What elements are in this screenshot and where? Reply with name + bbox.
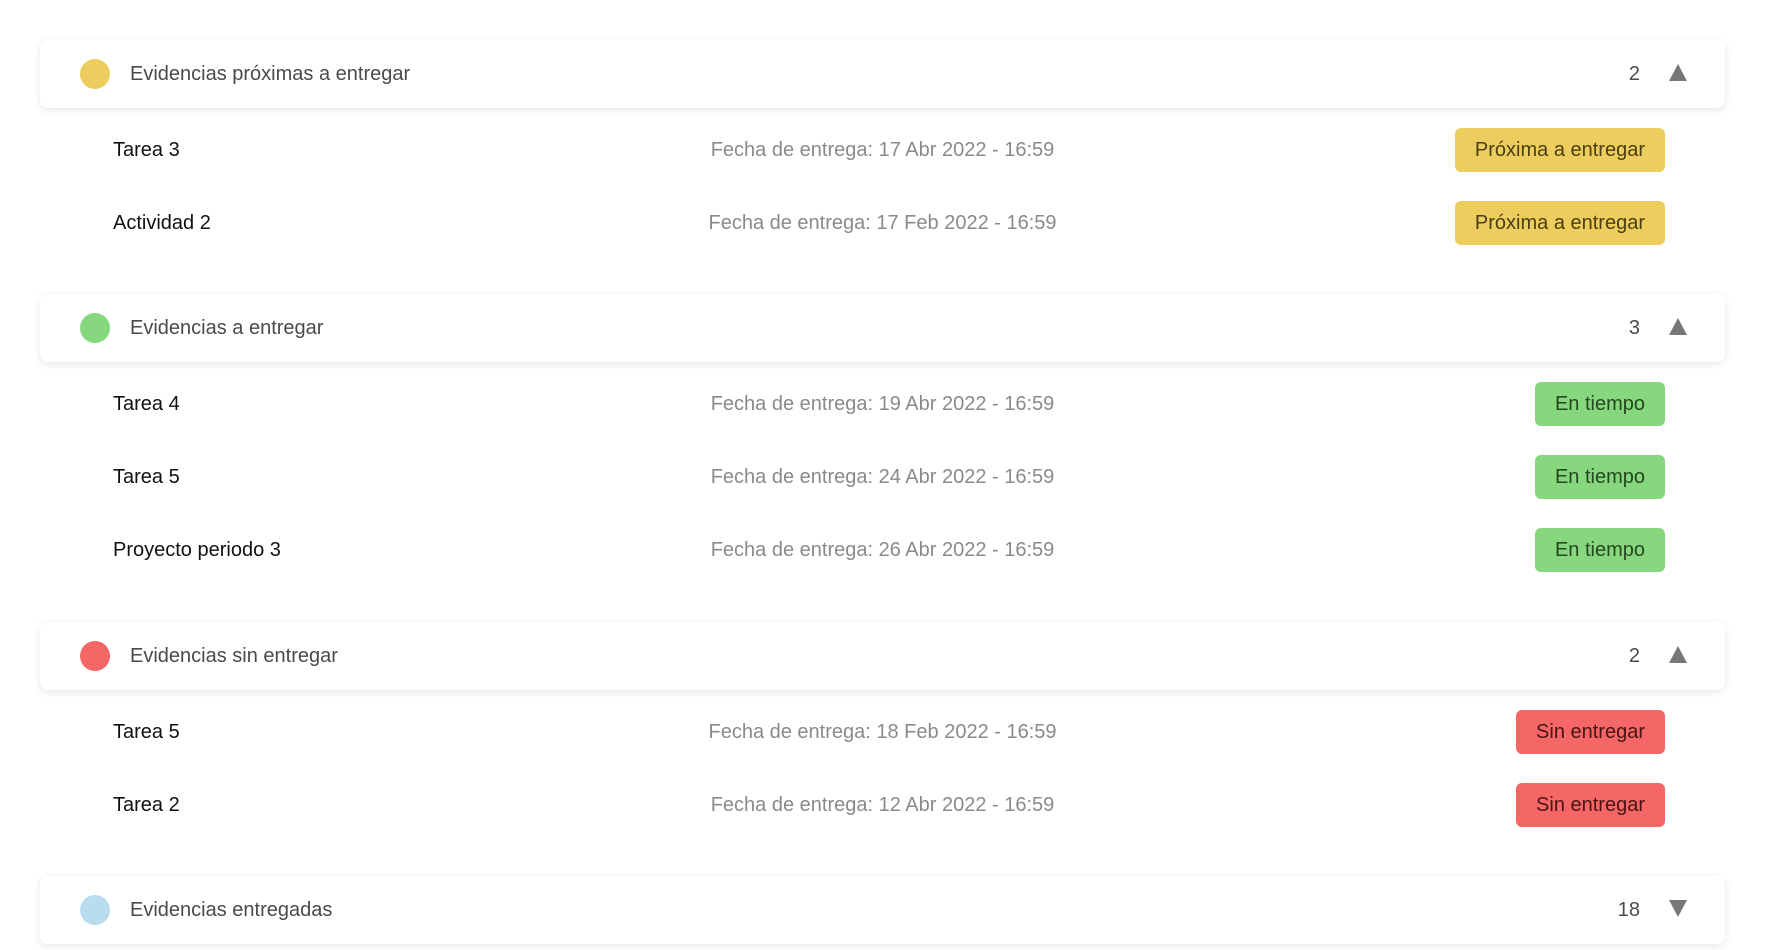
group-count: 2 [1628, 63, 1640, 85]
list-item[interactable]: Tarea 5 Fecha de entrega: 18 Feb 2022 - … [40, 695, 1725, 769]
item-name: Tarea 5 [113, 721, 180, 743]
group-count: 2 [1628, 645, 1640, 667]
status-badge: Sin entregar [1516, 783, 1665, 827]
status-badge: Próxima a entregar [1454, 201, 1665, 245]
group-header-upcoming[interactable]: Evidencias próximas a entregar 2 [40, 40, 1725, 108]
status-badge: Próxima a entregar [1454, 128, 1665, 172]
group-header-to-deliver[interactable]: Evidencias a entregar 3 [40, 294, 1725, 362]
list-item[interactable]: Actividad 2 Fecha de entrega: 17 Feb 202… [40, 186, 1725, 260]
item-name: Tarea 4 [113, 393, 180, 415]
item-name: Actividad 2 [113, 212, 211, 234]
status-badge: En tiempo [1534, 455, 1665, 499]
group-title: Evidencias a entregar [130, 317, 324, 339]
item-due-date: Fecha de entrega: 12 Abr 2022 - 16:59 [710, 794, 1055, 816]
item-due-date: Fecha de entrega: 24 Abr 2022 - 16:59 [710, 466, 1055, 488]
chevron-up-icon[interactable] [1669, 318, 1687, 335]
list-item[interactable]: Tarea 5 Fecha de entrega: 24 Abr 2022 - … [40, 440, 1725, 514]
list-item[interactable]: Tarea 4 Fecha de entrega: 19 Abr 2022 - … [40, 367, 1725, 441]
chevron-up-icon[interactable] [1669, 64, 1687, 81]
status-badge: Sin entregar [1516, 710, 1665, 754]
group-title: Evidencias próximas a entregar [130, 63, 411, 85]
chevron-down-icon[interactable] [1669, 900, 1687, 917]
item-name: Proyecto periodo 3 [113, 539, 281, 561]
status-badge: En tiempo [1534, 382, 1665, 426]
item-name: Tarea 3 [113, 139, 180, 161]
group-title: Evidencias entregadas [130, 899, 333, 921]
group-count: 18 [1617, 899, 1640, 921]
status-dot-red [80, 641, 110, 671]
list-item[interactable]: Tarea 3 Fecha de entrega: 17 Abr 2022 - … [40, 113, 1725, 187]
status-dot-yellow [80, 59, 110, 89]
item-due-date: Fecha de entrega: 18 Feb 2022 - 16:59 [708, 721, 1057, 743]
group-count: 3 [1628, 317, 1640, 339]
status-badge: En tiempo [1534, 528, 1665, 572]
item-name: Tarea 5 [113, 466, 180, 488]
item-due-date: Fecha de entrega: 26 Abr 2022 - 16:59 [710, 539, 1055, 561]
item-name: Tarea 2 [113, 794, 180, 816]
group-header-not-delivered[interactable]: Evidencias sin entregar 2 [40, 622, 1725, 690]
group-title: Evidencias sin entregar [130, 645, 338, 667]
status-dot-green [80, 313, 110, 343]
list-item[interactable]: Tarea 2 Fecha de entrega: 12 Abr 2022 - … [40, 768, 1725, 842]
chevron-up-icon[interactable] [1669, 646, 1687, 663]
item-due-date: Fecha de entrega: 19 Abr 2022 - 16:59 [710, 393, 1055, 415]
group-header-delivered[interactable]: Evidencias entregadas 18 [40, 876, 1725, 944]
status-dot-blue [80, 895, 110, 925]
evidence-page: Evidencias próximas a entregar 2 Tarea 3… [0, 0, 1765, 950]
list-item[interactable]: Proyecto periodo 3 Fecha de entrega: 26 … [40, 513, 1725, 587]
